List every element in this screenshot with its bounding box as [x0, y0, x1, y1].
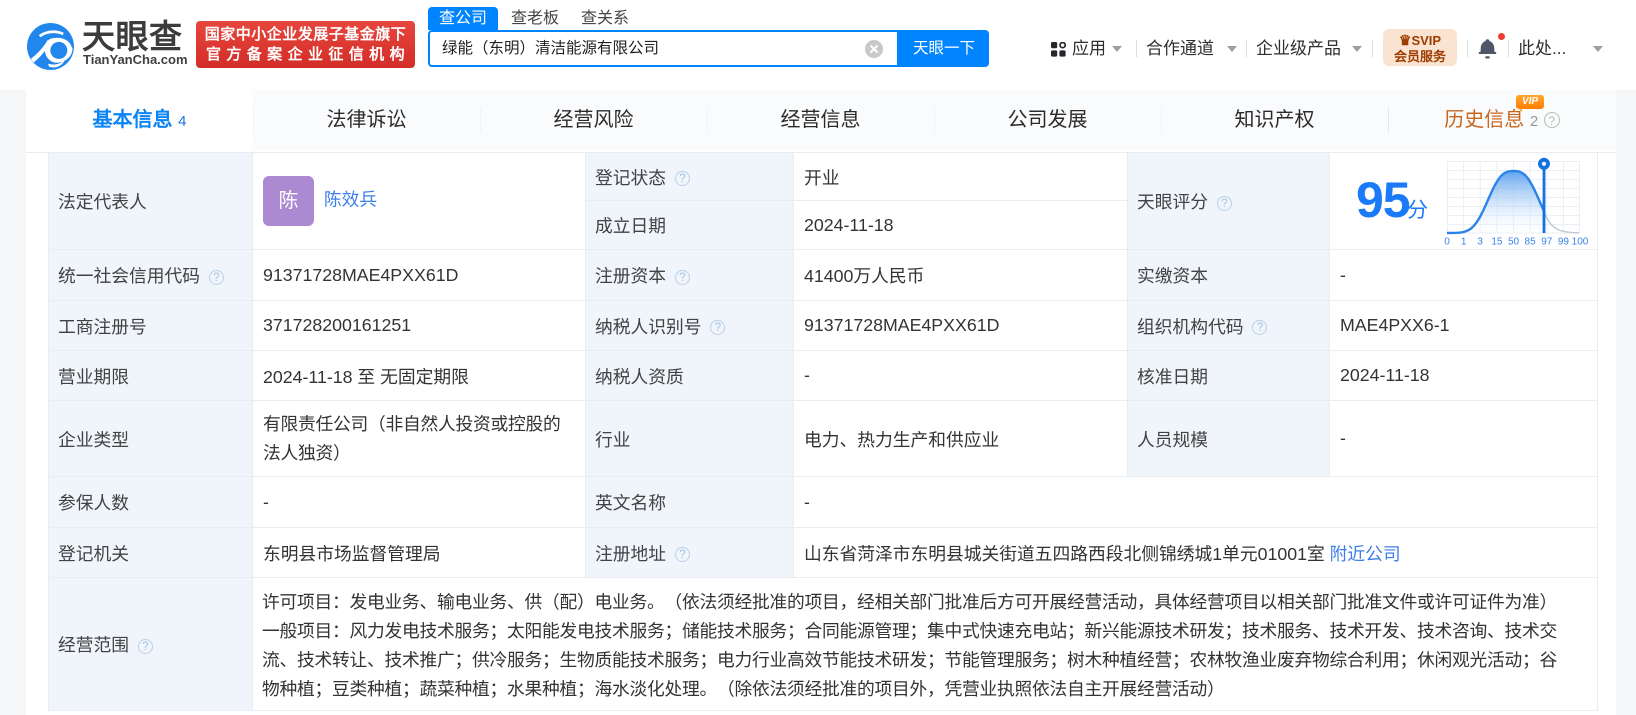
svg-text:99: 99	[1558, 237, 1570, 248]
svg-text:100: 100	[1572, 237, 1589, 248]
svg-text:1: 1	[1461, 237, 1467, 248]
svg-text:50: 50	[1508, 237, 1520, 248]
svg-text:0: 0	[1444, 237, 1450, 248]
svg-text:3: 3	[1477, 237, 1483, 248]
svg-text:85: 85	[1525, 237, 1537, 248]
svg-text:15: 15	[1491, 237, 1503, 248]
svg-text:97: 97	[1541, 237, 1553, 248]
